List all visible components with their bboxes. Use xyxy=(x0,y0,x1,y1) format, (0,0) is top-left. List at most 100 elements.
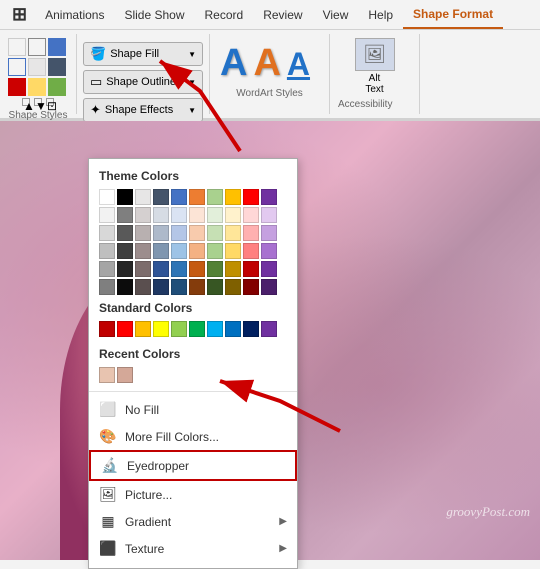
shape-outline-button[interactable]: ▭ Shape Outline ▼ xyxy=(83,70,203,94)
theme-color-swatch[interactable] xyxy=(171,261,187,277)
theme-color-swatch[interactable] xyxy=(171,243,187,259)
theme-color-swatch[interactable] xyxy=(207,279,223,295)
theme-color-swatch[interactable] xyxy=(261,243,277,259)
alt-text-button[interactable]: 🖼 xyxy=(355,38,395,71)
tab-review[interactable]: Review xyxy=(253,0,312,29)
theme-color-swatch[interactable] xyxy=(225,189,241,205)
style-nav-more[interactable]: ⊡ xyxy=(46,98,54,106)
theme-color-swatch[interactable] xyxy=(207,225,223,241)
tab-record[interactable]: Record xyxy=(195,0,254,29)
theme-color-swatch[interactable] xyxy=(189,279,205,295)
more-fill-colors-item[interactable]: 🎨 More Fill Colors... xyxy=(89,423,297,450)
theme-color-swatch[interactable] xyxy=(171,279,187,295)
theme-color-swatch[interactable] xyxy=(225,225,241,241)
theme-color-swatch[interactable] xyxy=(153,225,169,241)
theme-color-swatch[interactable] xyxy=(99,189,115,205)
tab-slideshow[interactable]: Slide Show xyxy=(114,0,194,29)
tab-animations[interactable]: Animations xyxy=(35,0,114,29)
theme-color-swatch[interactable] xyxy=(135,207,151,223)
theme-color-swatch[interactable] xyxy=(243,207,259,223)
theme-color-swatch[interactable] xyxy=(153,261,169,277)
theme-color-swatch[interactable] xyxy=(153,279,169,295)
style-box-3[interactable] xyxy=(48,38,66,56)
standard-color-swatch[interactable] xyxy=(189,321,205,337)
theme-color-swatch[interactable] xyxy=(117,243,133,259)
theme-color-swatch[interactable] xyxy=(117,189,133,205)
theme-color-swatch[interactable] xyxy=(99,225,115,241)
theme-color-swatch[interactable] xyxy=(225,279,241,295)
theme-color-swatch[interactable] xyxy=(243,261,259,277)
style-box-1[interactable] xyxy=(8,38,26,56)
theme-color-swatch[interactable] xyxy=(99,207,115,223)
theme-color-swatch[interactable] xyxy=(261,261,277,277)
theme-color-swatch[interactable] xyxy=(135,225,151,241)
eyedropper-item[interactable]: 🔬 Eyedropper xyxy=(89,450,297,481)
picture-item[interactable]: 🖼 Picture... xyxy=(89,481,297,508)
standard-color-swatch[interactable] xyxy=(207,321,223,337)
standard-color-swatch[interactable] xyxy=(135,321,151,337)
theme-color-swatch[interactable] xyxy=(261,207,277,223)
tab-home-icon[interactable]: ⊞ xyxy=(4,0,35,29)
tab-shape-format[interactable]: Shape Format xyxy=(403,0,503,29)
style-box-5[interactable] xyxy=(28,58,46,76)
theme-color-swatch[interactable] xyxy=(225,207,241,223)
theme-color-swatch[interactable] xyxy=(243,225,259,241)
recent-color-swatch[interactable] xyxy=(99,367,115,383)
theme-color-swatch[interactable] xyxy=(99,279,115,295)
style-box-6[interactable] xyxy=(48,58,66,76)
theme-color-swatch[interactable] xyxy=(207,261,223,277)
standard-color-swatch[interactable] xyxy=(261,321,277,337)
shape-effects-button[interactable]: ✦ Shape Effects ▼ xyxy=(83,98,203,122)
theme-color-swatch[interactable] xyxy=(261,279,277,295)
theme-color-swatch[interactable] xyxy=(99,243,115,259)
style-box-9[interactable] xyxy=(48,78,66,96)
recent-color-swatch[interactable] xyxy=(117,367,133,383)
theme-color-swatch[interactable] xyxy=(189,207,205,223)
theme-color-swatch[interactable] xyxy=(225,261,241,277)
theme-color-swatch[interactable] xyxy=(171,225,187,241)
theme-color-swatch[interactable] xyxy=(261,225,277,241)
theme-color-swatch[interactable] xyxy=(261,189,277,205)
texture-item[interactable]: ⬛ Texture ▶ xyxy=(89,535,297,562)
standard-color-swatch[interactable] xyxy=(153,321,169,337)
theme-color-swatch[interactable] xyxy=(171,189,187,205)
style-box-7[interactable] xyxy=(8,78,26,96)
theme-color-swatch[interactable] xyxy=(207,189,223,205)
theme-color-swatch[interactable] xyxy=(153,243,169,259)
style-nav-up[interactable]: ▲ xyxy=(22,98,30,106)
shape-fill-button[interactable]: 🪣 Shape Fill ▼ xyxy=(83,42,203,66)
theme-color-swatch[interactable] xyxy=(189,261,205,277)
standard-color-swatch[interactable] xyxy=(171,321,187,337)
theme-color-swatch[interactable] xyxy=(135,261,151,277)
theme-color-swatch[interactable] xyxy=(225,243,241,259)
style-box-2[interactable] xyxy=(28,38,46,56)
theme-color-swatch[interactable] xyxy=(171,207,187,223)
tab-help[interactable]: Help xyxy=(358,0,403,29)
theme-color-swatch[interactable] xyxy=(189,243,205,259)
theme-color-swatch[interactable] xyxy=(153,189,169,205)
standard-color-swatch[interactable] xyxy=(117,321,133,337)
theme-color-swatch[interactable] xyxy=(135,243,151,259)
no-fill-item[interactable]: ⬜ No Fill xyxy=(89,396,297,423)
style-box-4[interactable] xyxy=(8,58,26,76)
style-box-8[interactable] xyxy=(28,78,46,96)
theme-color-swatch[interactable] xyxy=(243,243,259,259)
standard-color-swatch[interactable] xyxy=(243,321,259,337)
theme-color-swatch[interactable] xyxy=(117,207,133,223)
tab-view[interactable]: View xyxy=(313,0,359,29)
theme-color-swatch[interactable] xyxy=(117,225,133,241)
theme-color-swatch[interactable] xyxy=(243,189,259,205)
theme-color-swatch[interactable] xyxy=(117,261,133,277)
theme-color-swatch[interactable] xyxy=(207,207,223,223)
theme-color-swatch[interactable] xyxy=(99,261,115,277)
theme-color-swatch[interactable] xyxy=(117,279,133,295)
theme-color-swatch[interactable] xyxy=(135,189,151,205)
theme-color-swatch[interactable] xyxy=(189,225,205,241)
theme-color-swatch[interactable] xyxy=(135,279,151,295)
theme-color-swatch[interactable] xyxy=(207,243,223,259)
theme-color-swatch[interactable] xyxy=(243,279,259,295)
standard-color-swatch[interactable] xyxy=(225,321,241,337)
theme-color-swatch[interactable] xyxy=(153,207,169,223)
standard-color-swatch[interactable] xyxy=(99,321,115,337)
theme-color-swatch[interactable] xyxy=(189,189,205,205)
